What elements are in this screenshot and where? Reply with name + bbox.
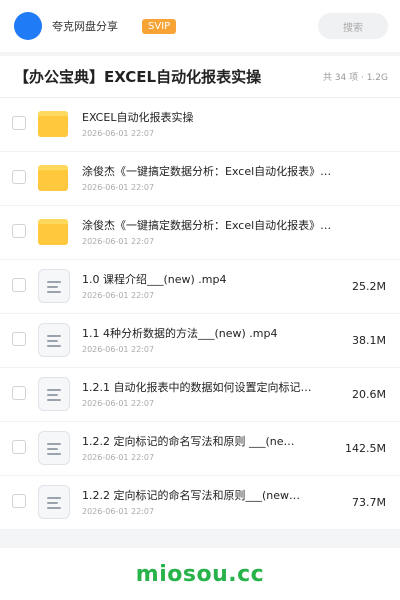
- item-date: 2026-06-01 22:07: [82, 453, 155, 462]
- folder-icon: [38, 215, 70, 249]
- item-date: 2026-06-01 22:07: [82, 399, 155, 408]
- top-bar: 夸克网盘分享 SVIP 搜索: [0, 0, 400, 52]
- list-item[interactable]: 1.2.2 定向标记的命名写法和原则___(new… 2026-06-01 22:…: [0, 476, 400, 530]
- item-date: 2026-06-01 22:07: [82, 345, 155, 354]
- item-name: 1.0 课程介绍___(new) .mp4: [82, 273, 227, 286]
- item-date: 2026-06-01 22:07: [82, 291, 155, 300]
- select-checkbox[interactable]: [12, 386, 26, 400]
- folder-icon: [38, 161, 70, 195]
- document-icon: [38, 485, 70, 519]
- select-checkbox[interactable]: [12, 170, 26, 184]
- select-checkbox[interactable]: [12, 332, 26, 346]
- item-name: 1.2.2 定向标记的命名写法和原则___(new…: [82, 489, 301, 502]
- item-name: EXCEL自动化报表实操: [82, 111, 194, 124]
- share-page: 夸克网盘分享 SVIP 搜索 【办公宝典】EXCEL自动化报表实操 共 34 项…: [0, 0, 400, 600]
- document-icon: [38, 377, 70, 411]
- list-item[interactable]: 1.2.1 自动化报表中的数据如何设置定向标记… 2026-06-01 22:07…: [0, 368, 400, 422]
- list-item[interactable]: 1.0 课程介绍___(new) .mp4 2026-06-01 22:07 25.…: [0, 260, 400, 314]
- folder-title-bar: 【办公宝典】EXCEL自动化报表实操 共 34 项 · 1.2G: [0, 56, 400, 98]
- item-size: 25.2M: [352, 280, 386, 293]
- folder-icon: [38, 107, 70, 141]
- list-item[interactable]: 1.1 4种分析数据的方法___(new) .mp4 2026-06-01 22:…: [0, 314, 400, 368]
- list-item[interactable]: 涂俊杰《一键搞定数据分析：Excel自动化报表》资料 2026-06-01 22:…: [0, 152, 400, 206]
- item-size: 73.7M: [352, 496, 386, 509]
- item-size: 20.6M: [352, 388, 386, 401]
- svip-badge: SVIP: [142, 18, 177, 34]
- document-icon: [38, 431, 70, 465]
- item-size: 142.5M: [345, 442, 386, 455]
- item-date: 2026-06-01 22:07: [82, 237, 155, 246]
- list-item[interactable]: 涂俊杰《一键搞定数据分析：Excel自动化报表》资料 2026-06-01 22:…: [0, 206, 400, 260]
- item-name: 涂俊杰《一键搞定数据分析：Excel自动化报表》资料: [82, 165, 332, 178]
- document-icon: [38, 269, 70, 303]
- document-icon: [38, 323, 70, 357]
- folder-meta: 共 34 项 · 1.2G: [322, 73, 388, 83]
- footer: miosou.cc: [0, 548, 400, 600]
- item-date: 2026-06-01 22:07: [82, 129, 155, 138]
- select-checkbox[interactable]: [12, 278, 26, 292]
- item-name: 1.2.1 自动化报表中的数据如何设置定向标记…: [82, 381, 312, 394]
- select-checkbox[interactable]: [12, 224, 26, 238]
- item-size: 38.1M: [352, 334, 386, 347]
- item-date: 2026-06-01 22:07: [82, 183, 155, 192]
- list-item[interactable]: EXCEL自动化报表实操 2026-06-01 22:07: [0, 98, 400, 152]
- select-checkbox[interactable]: [12, 494, 26, 508]
- item-name: 1.2.2 定向标记的命名写法和原则 ___(ne…: [82, 435, 295, 448]
- file-list: EXCEL自动化报表实操 2026-06-01 22:07 涂俊杰《一键搞定数据分析…: [0, 98, 400, 530]
- avatar[interactable]: [14, 12, 42, 40]
- search-button[interactable]: 搜索: [318, 13, 388, 39]
- item-date: 2026-06-01 22:07: [82, 507, 155, 516]
- watermark: miosou.cc: [135, 561, 265, 587]
- page-title: 【办公宝典】EXCEL自动化报表实操: [14, 68, 262, 86]
- search-placeholder: 搜索: [343, 22, 363, 34]
- list-item[interactable]: 1.2.2 定向标记的命名写法和原则 ___(ne… 2026-06-01 22:…: [0, 422, 400, 476]
- item-name: 涂俊杰《一键搞定数据分析：Excel自动化报表》资料: [82, 219, 332, 232]
- username: 夸克网盘分享: [52, 20, 118, 33]
- select-checkbox[interactable]: [12, 116, 26, 130]
- item-name: 1.1 4种分析数据的方法___(new) .mp4: [82, 327, 278, 340]
- select-checkbox[interactable]: [12, 440, 26, 454]
